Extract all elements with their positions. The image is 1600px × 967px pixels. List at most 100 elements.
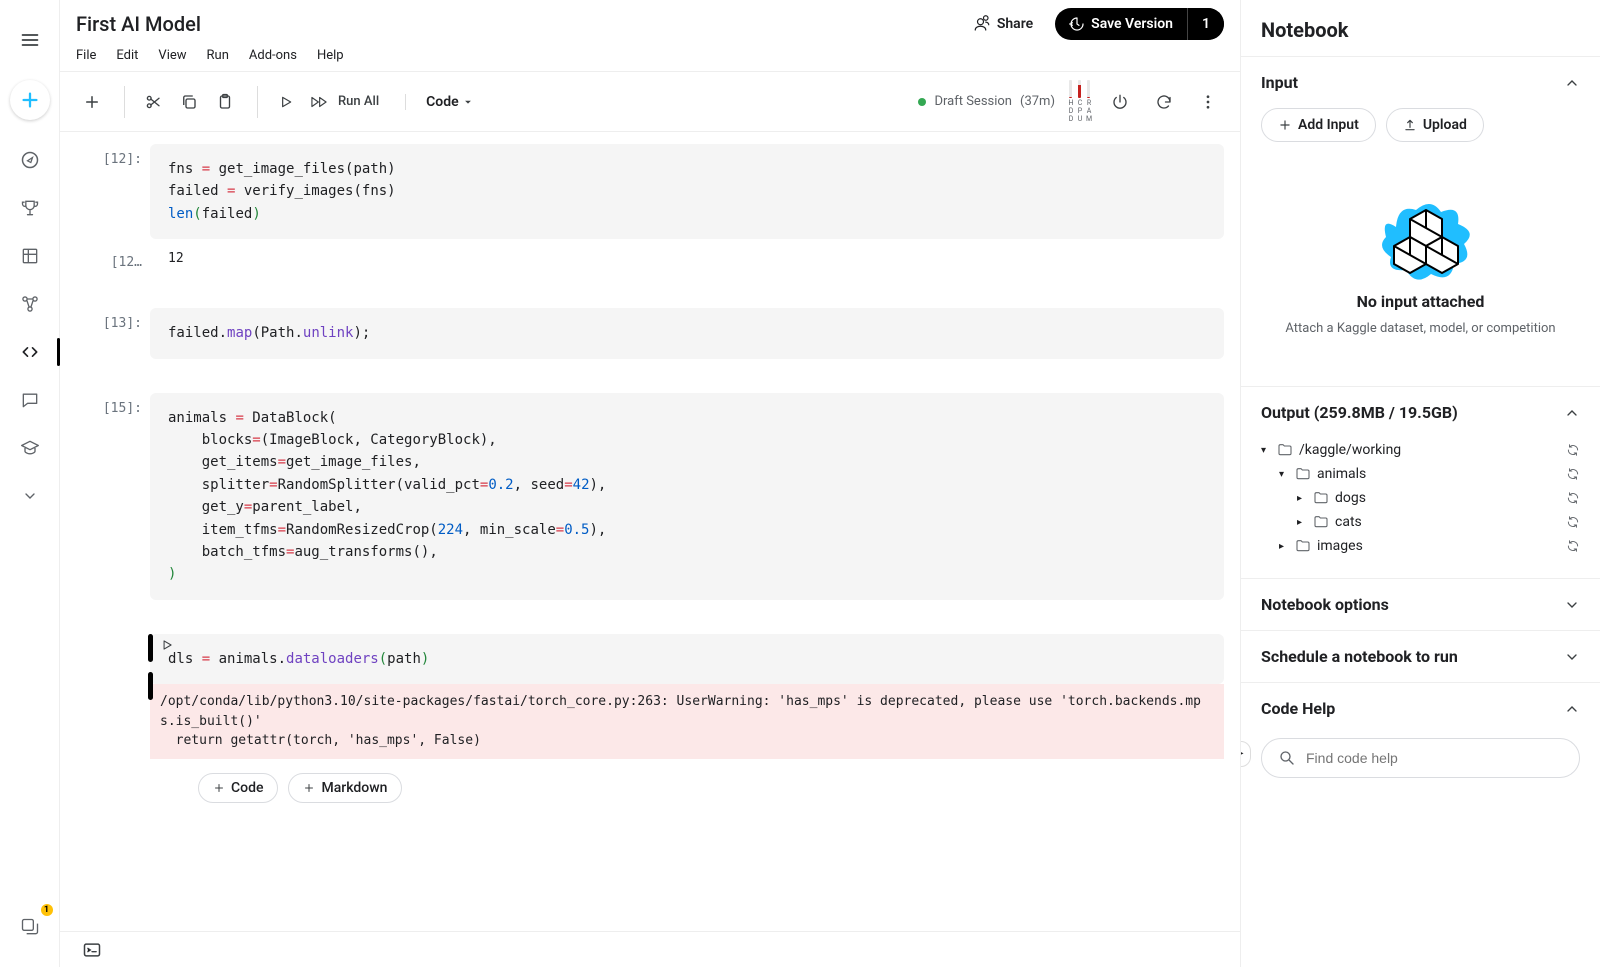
code-editor[interactable]: dls = animals.dataloaders(path) xyxy=(150,634,1224,684)
tree-sync-button[interactable] xyxy=(1566,491,1580,505)
play-icon xyxy=(278,94,294,110)
power-icon xyxy=(1111,93,1129,111)
sync-icon xyxy=(1566,491,1580,505)
run-cell-button[interactable] xyxy=(270,86,302,118)
code-editor[interactable]: animals = DataBlock( blocks=(ImageBlock,… xyxy=(150,393,1224,600)
input-section-header[interactable]: Input xyxy=(1241,57,1600,108)
menu-view[interactable]: View xyxy=(158,48,186,63)
save-version-button[interactable]: Save Version 1 xyxy=(1055,8,1224,40)
menu-icon xyxy=(20,30,40,50)
menu-run[interactable]: Run xyxy=(207,48,229,63)
nav-more-button[interactable] xyxy=(10,476,50,516)
paste-button[interactable] xyxy=(209,86,241,118)
power-button[interactable] xyxy=(1104,86,1136,118)
code-editor[interactable]: failed.map(Path.unlink); xyxy=(150,308,1224,358)
notebook-cells[interactable]: [12]:fns = get_image_files(path) failed … xyxy=(60,132,1240,931)
output-section-header[interactable]: Output (259.8MB / 19.5GB) xyxy=(1241,387,1600,438)
sync-icon xyxy=(1566,443,1580,457)
nav-datasets-button[interactable] xyxy=(10,236,50,276)
cell-type-dropdown[interactable]: Code xyxy=(418,94,481,110)
graduation-icon xyxy=(20,438,40,458)
nav-discussions-button[interactable] xyxy=(10,380,50,420)
footer-bar xyxy=(60,931,1240,967)
notebook-cell[interactable]: dls = animals.dataloaders(path)/opt/cond… xyxy=(60,630,1240,763)
add-code-cell-button[interactable]: Code xyxy=(198,773,278,803)
code-editor[interactable]: fns = get_image_files(path) failed = ver… xyxy=(150,144,1224,239)
nav-learn-button[interactable] xyxy=(10,428,50,468)
options-header-label: Notebook options xyxy=(1261,595,1389,614)
clipboard-icon xyxy=(216,93,234,111)
nav-home-button[interactable] xyxy=(10,140,50,180)
tree-item[interactable]: ▾ animals xyxy=(1261,462,1580,486)
notebook-title[interactable]: First AI Model xyxy=(76,8,201,40)
main-area: First AI Model Share Save Version 1 xyxy=(60,0,1240,967)
cut-button[interactable] xyxy=(137,86,169,118)
notebook-cell[interactable]: [13]: failed.map(Path.unlink); xyxy=(60,304,1240,362)
chevron-down-icon xyxy=(1564,649,1580,665)
console-toggle-button[interactable] xyxy=(76,934,108,966)
no-input-title: No input attached xyxy=(1357,292,1485,311)
nav-active-events-button[interactable]: 1 xyxy=(10,907,50,947)
hamburger-menu-button[interactable] xyxy=(10,20,50,60)
tree-sync-button[interactable] xyxy=(1566,443,1580,457)
run-cell-inline-button[interactable] xyxy=(160,638,174,652)
panel-collapse-handle[interactable]: ▸ xyxy=(1240,741,1251,767)
cell-prompt: [12… xyxy=(111,255,142,270)
more-options-button[interactable] xyxy=(1192,86,1224,118)
output-section: Output (259.8MB / 19.5GB) ▾ /kaggle/work… xyxy=(1241,387,1600,579)
notebook-cell[interactable]: [12…12 xyxy=(60,243,1240,274)
plus-icon xyxy=(303,782,315,794)
save-count[interactable]: 1 xyxy=(1187,8,1224,40)
codehelp-header-label: Code Help xyxy=(1261,699,1335,718)
session-status[interactable]: Draft Session (37m) xyxy=(918,94,1055,109)
chevron-down-icon xyxy=(22,488,38,504)
menu-help[interactable]: Help xyxy=(317,48,344,63)
menu-addons[interactable]: Add-ons xyxy=(249,48,297,63)
cell-prompt: [13]: xyxy=(103,316,142,331)
nav-competitions-button[interactable] xyxy=(10,188,50,228)
tree-item[interactable]: ▸ dogs xyxy=(1261,486,1580,510)
codehelp-search[interactable] xyxy=(1261,738,1580,778)
add-markdown-cell-button[interactable]: Markdown xyxy=(288,773,402,803)
menu-bar: File Edit View Run Add-ons Help xyxy=(76,40,1224,71)
tree-sync-button[interactable] xyxy=(1566,467,1580,481)
tree-caret-icon: ▾ xyxy=(1279,469,1289,480)
tree-item[interactable]: ▾ /kaggle/working xyxy=(1261,438,1580,462)
codehelp-search-input[interactable] xyxy=(1306,750,1563,766)
run-all-button[interactable]: Run All xyxy=(306,86,389,118)
codehelp-section-header[interactable]: Code Help xyxy=(1241,683,1600,734)
schedule-section-header[interactable]: Schedule a notebook to run xyxy=(1241,631,1600,682)
create-button[interactable] xyxy=(10,80,50,120)
add-cell-button[interactable] xyxy=(76,86,108,118)
nav-models-button[interactable] xyxy=(10,284,50,324)
plus-icon xyxy=(213,782,225,794)
compass-icon xyxy=(20,150,40,170)
cell-type-label: Code xyxy=(426,94,459,110)
tree-sync-button[interactable] xyxy=(1566,539,1580,553)
plus-icon xyxy=(19,89,41,111)
upload-button[interactable]: Upload xyxy=(1386,108,1484,142)
notebook-cell[interactable]: [12]:fns = get_image_files(path) failed … xyxy=(60,140,1240,243)
nav-code-button[interactable] xyxy=(10,332,50,372)
notebook-cell[interactable]: [15]:animals = DataBlock( blocks=(ImageB… xyxy=(60,389,1240,604)
tree-sync-button[interactable] xyxy=(1566,515,1580,529)
add-cell-buttons: Code Markdown xyxy=(60,763,1240,813)
tree-item[interactable]: ▸ images xyxy=(1261,534,1580,558)
sync-icon xyxy=(1566,467,1580,481)
copy-button[interactable] xyxy=(173,86,205,118)
table-icon xyxy=(20,246,40,266)
menu-edit[interactable]: Edit xyxy=(116,48,138,63)
upload-label: Upload xyxy=(1423,117,1467,133)
restart-button[interactable] xyxy=(1148,86,1180,118)
toolbar: Run All Code Draft Session (37m) HDDCPUR… xyxy=(60,71,1240,132)
codehelp-section: ▸ Code Help xyxy=(1241,683,1600,798)
share-button[interactable]: Share xyxy=(963,9,1043,39)
options-section-header[interactable]: Notebook options xyxy=(1241,579,1600,630)
add-input-button[interactable]: Add Input xyxy=(1261,108,1376,142)
tree-item[interactable]: ▸ cats xyxy=(1261,510,1580,534)
chevron-up-icon xyxy=(1564,75,1580,91)
nodes-icon xyxy=(20,294,40,314)
stack-icon xyxy=(20,917,40,937)
menu-file[interactable]: File xyxy=(76,48,96,63)
chevron-up-icon xyxy=(1564,701,1580,717)
